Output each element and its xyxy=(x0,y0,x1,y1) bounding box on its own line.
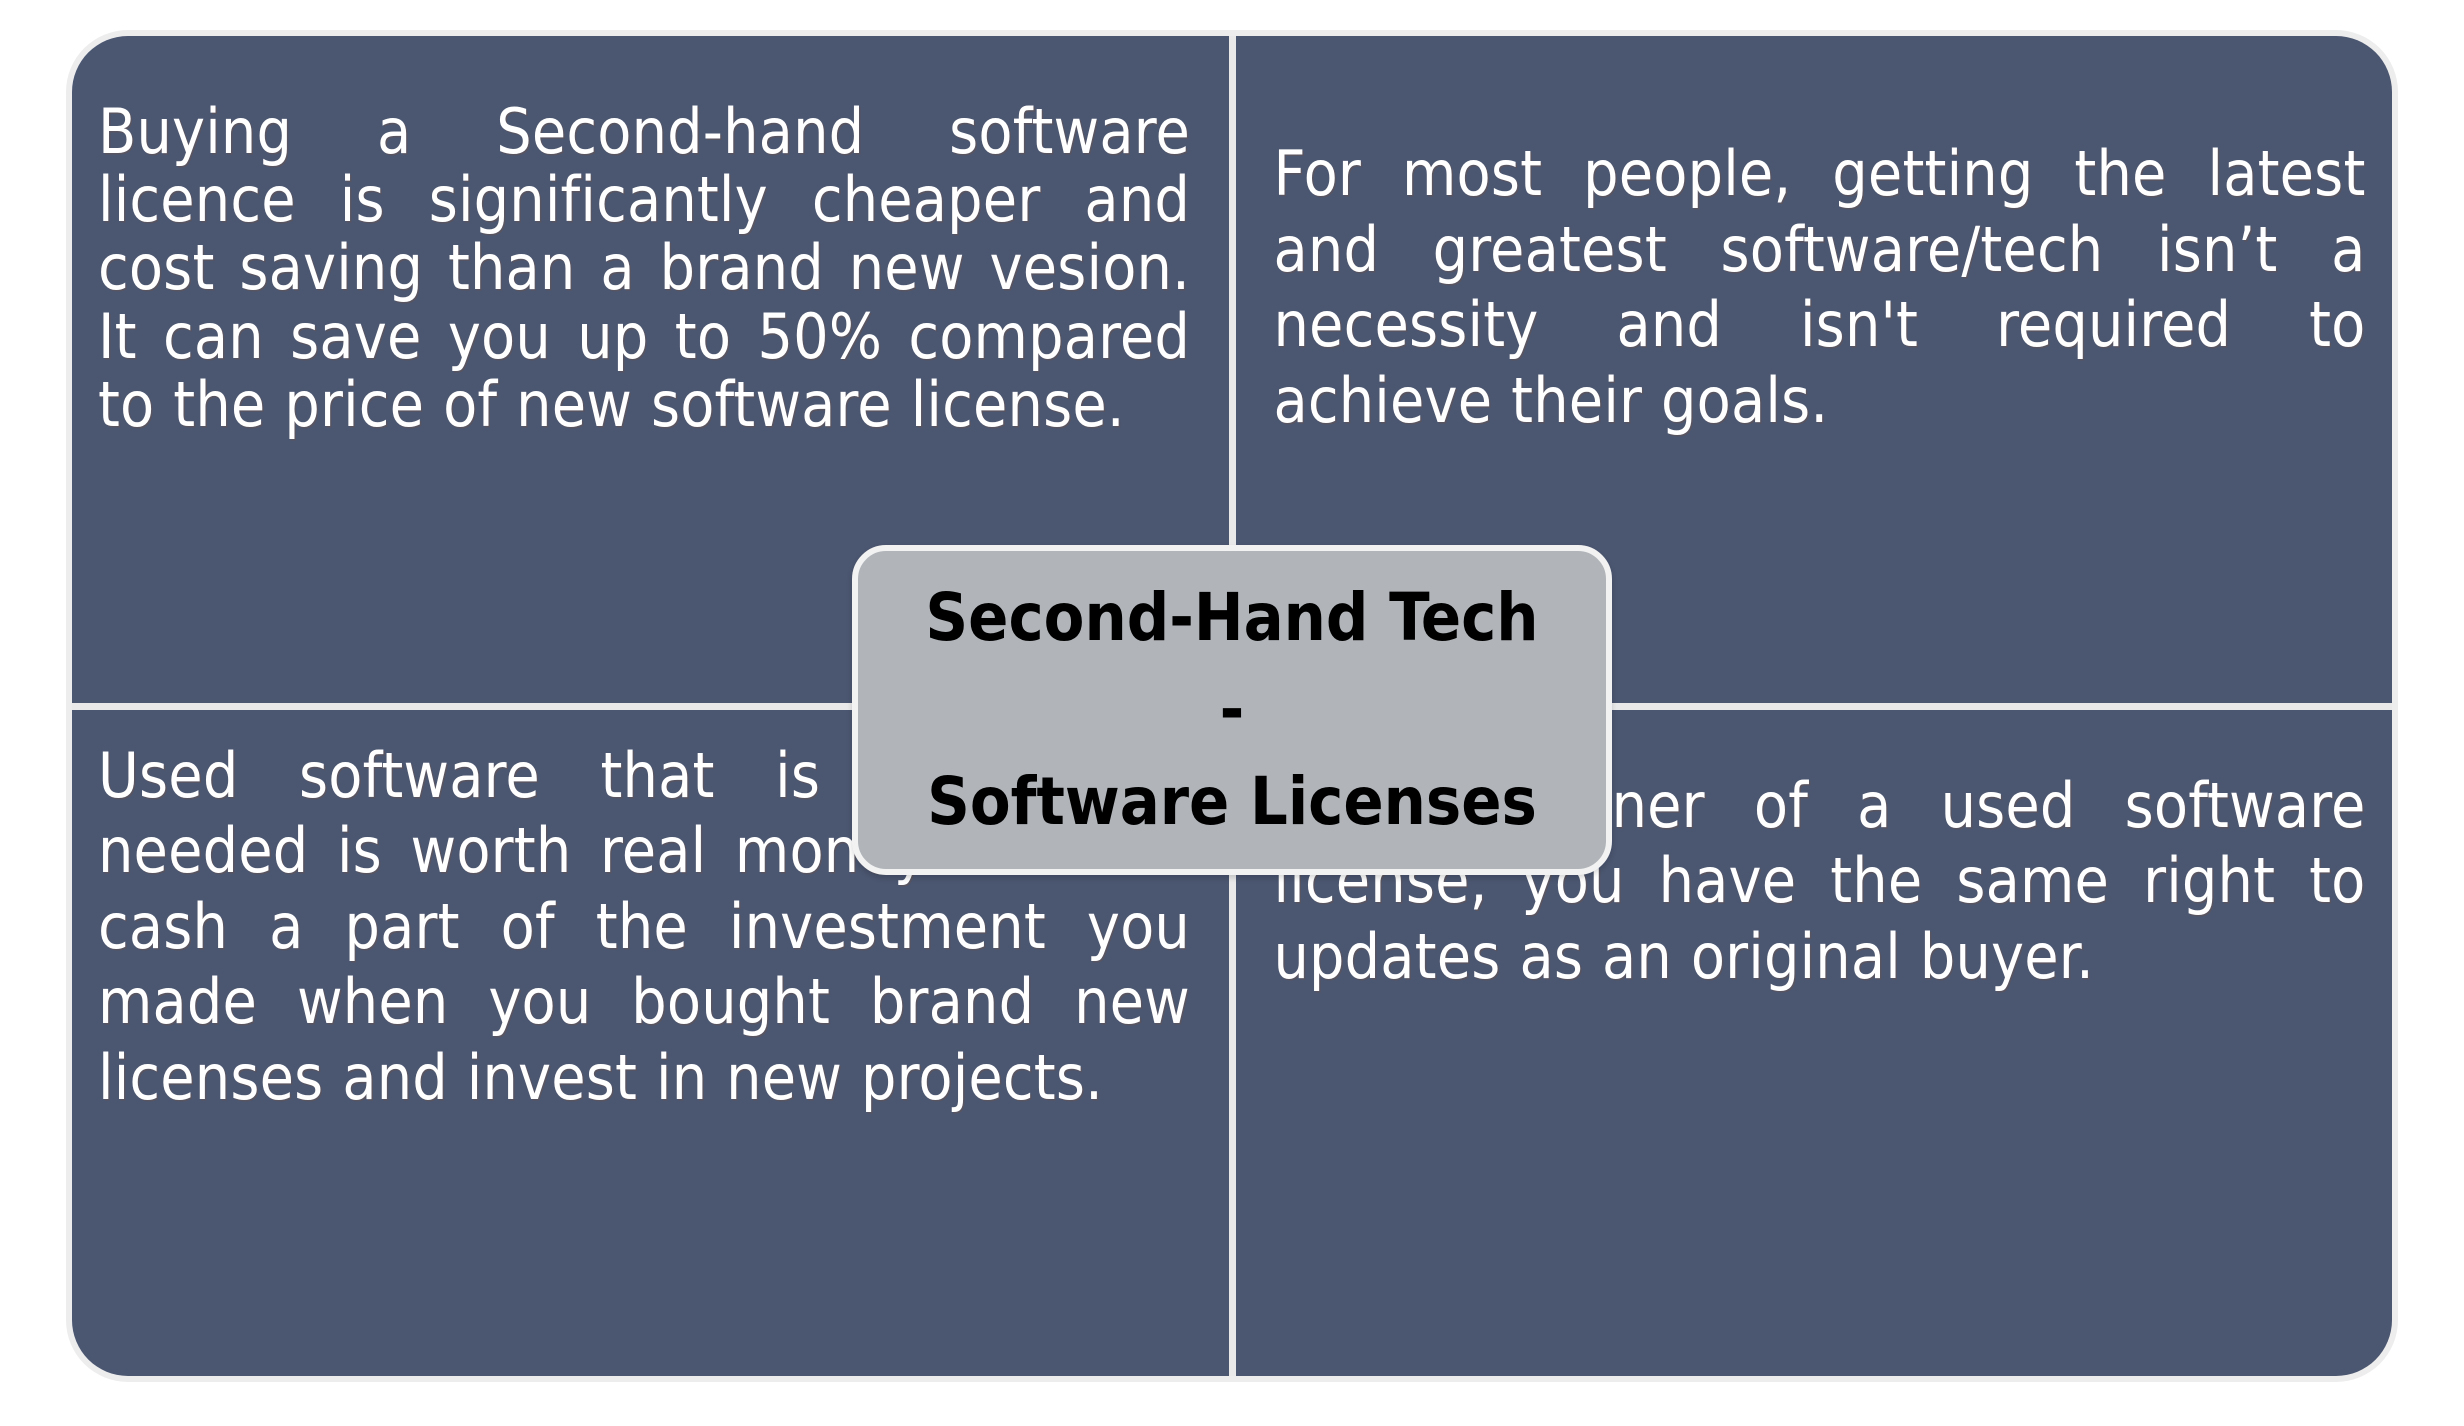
center-label-box: Second-Hand Tech - Software Licenses xyxy=(852,545,1612,875)
center-title-line-2: Software Licenses xyxy=(927,763,1537,840)
quadrant-top-right-text: For most people, getting the latest and … xyxy=(1273,137,2366,437)
quadrant-top-left-text: Buying a Second-hand software licence is… xyxy=(98,95,1190,441)
diagram-root: Buying a Second-hand software licence is… xyxy=(0,0,2464,1426)
center-title-line-1: Second-Hand Tech xyxy=(925,579,1539,656)
center-title-dash: - xyxy=(1219,671,1245,748)
